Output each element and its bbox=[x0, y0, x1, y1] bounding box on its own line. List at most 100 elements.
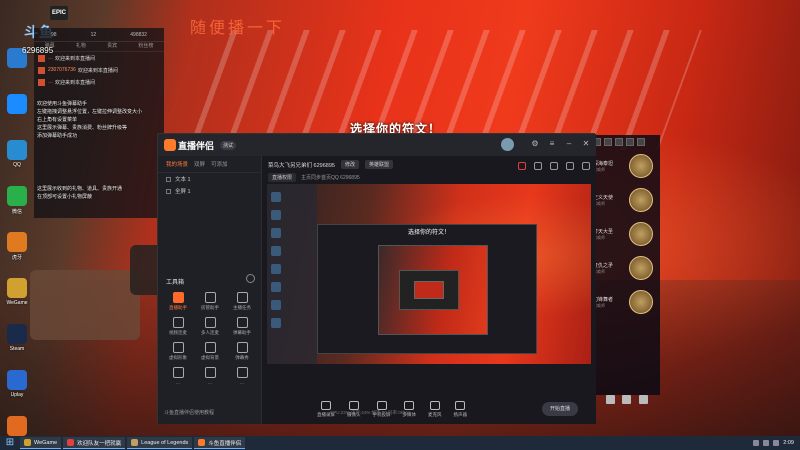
mic-icon[interactable] bbox=[639, 394, 649, 404]
windows-start-icon[interactable]: ⊞ bbox=[4, 437, 16, 449]
user-avatar[interactable] bbox=[501, 138, 514, 151]
settings-icon[interactable] bbox=[622, 394, 632, 404]
desktop-shortcut[interactable]: Uplay bbox=[2, 370, 32, 412]
desktop-shortcut[interactable]: 虎牙 bbox=[2, 232, 32, 274]
hero-thumb[interactable] bbox=[637, 138, 645, 146]
source-icon bbox=[455, 400, 466, 410]
stream-preview[interactable]: 选择你的符文！ bbox=[267, 184, 591, 364]
background-bed bbox=[30, 270, 140, 340]
toolbox-item[interactable]: … bbox=[194, 367, 226, 385]
tool-label: … bbox=[239, 380, 245, 385]
tool-icon[interactable] bbox=[271, 228, 281, 238]
source-button[interactable]: 麦克风 bbox=[428, 400, 442, 418]
tutorial-link[interactable]: 斗鱼直播伴侣使用教程 bbox=[164, 409, 214, 416]
hero-thumb[interactable] bbox=[604, 138, 612, 146]
tool-icon[interactable] bbox=[271, 246, 281, 256]
settings-icon[interactable]: ⚙ bbox=[529, 138, 541, 150]
hero-thumb[interactable] bbox=[615, 138, 623, 146]
hero-name: 正义天使 bbox=[593, 194, 614, 201]
scene-toggle-icon[interactable] bbox=[166, 176, 171, 182]
tool-icon[interactable] bbox=[271, 192, 281, 202]
source-button[interactable]: 扬声器 bbox=[454, 400, 467, 418]
toolbox-item[interactable]: 直播助手 bbox=[162, 292, 194, 311]
hero-row[interactable]: 深海泰坦 召唤师 bbox=[590, 149, 660, 183]
tool-label: … bbox=[207, 380, 213, 385]
chat-tabs: 弹幕 礼物 贵宾 粉丝榜 bbox=[34, 42, 164, 52]
desktop-shortcut[interactable]: WeGame bbox=[2, 278, 32, 320]
scene-item[interactable]: 文本 1 bbox=[158, 173, 261, 185]
gift-icon[interactable] bbox=[550, 162, 558, 170]
scene-item[interactable]: 全屏 1 bbox=[158, 185, 261, 197]
tool-icon[interactable] bbox=[271, 282, 281, 292]
toolbox-item[interactable]: 弹幕助手 bbox=[226, 317, 258, 336]
share-icon[interactable] bbox=[582, 162, 590, 170]
tool-icon[interactable] bbox=[271, 264, 281, 274]
hero-portrait bbox=[629, 154, 653, 178]
hero-thumb[interactable] bbox=[626, 138, 634, 146]
desktop-shortcut[interactable]: Steam bbox=[2, 324, 32, 366]
tool-label: 弹幕助手 bbox=[233, 330, 251, 335]
tab-my-scenes[interactable]: 我的场景 bbox=[166, 160, 188, 168]
permission-label[interactable]: 直播权限 bbox=[268, 173, 297, 182]
tab-addable[interactable]: 可添加 bbox=[211, 160, 228, 168]
minimize-icon[interactable]: – bbox=[563, 138, 575, 150]
chat-icon[interactable] bbox=[605, 394, 615, 404]
input-method-icon[interactable] bbox=[773, 440, 780, 446]
desktop-shortcut[interactable] bbox=[2, 94, 32, 136]
room-id: 6296895 bbox=[22, 46, 54, 55]
close-icon[interactable]: ✕ bbox=[580, 138, 592, 150]
nested-preview-title: 选择你的符文！ bbox=[408, 230, 451, 236]
toolbox-item[interactable]: … bbox=[162, 367, 194, 385]
preview-left-toolbar bbox=[267, 184, 317, 364]
taskbar-app[interactable]: 斗鱼直播伴侣 bbox=[194, 437, 246, 449]
toolbox-item[interactable]: 主播任务 bbox=[226, 292, 258, 311]
start-stream-button[interactable]: 开始直播 bbox=[542, 402, 578, 416]
taskbar-app[interactable]: League of Legends bbox=[127, 437, 193, 449]
bell-icon[interactable] bbox=[566, 162, 574, 170]
tool-icon[interactable] bbox=[271, 210, 281, 220]
tool-label: 虚拟背景 bbox=[201, 355, 219, 360]
nested-preview-window bbox=[414, 281, 444, 299]
scene-toggle-icon[interactable] bbox=[166, 188, 171, 194]
desktop-shortcut-label: 虎牙 bbox=[11, 255, 22, 261]
desktop-shortcut[interactable]: QQ bbox=[2, 140, 32, 182]
toolbox-item[interactable]: … bbox=[226, 367, 258, 385]
taskbar-app[interactable]: WeGame bbox=[20, 437, 62, 449]
tool-icon bbox=[204, 317, 216, 328]
menu-icon[interactable]: ≡ bbox=[546, 138, 558, 150]
taskbar-app-label: League of Legends bbox=[141, 439, 189, 446]
epic-logo: EPIC bbox=[50, 6, 68, 20]
volume-icon[interactable] bbox=[763, 440, 770, 446]
tab-vip[interactable]: 贵宾 bbox=[107, 42, 117, 51]
app-icon bbox=[7, 94, 27, 114]
hero-row[interactable]: 刀锋舞者 召唤师 bbox=[590, 285, 660, 319]
taskbar-app[interactable]: 欢迎队友一把就赢 bbox=[63, 437, 126, 449]
toolbox-item[interactable]: 弹幕秀 bbox=[226, 342, 258, 361]
edit-button[interactable]: 修改 bbox=[340, 160, 359, 169]
tab-fans[interactable]: 粉丝榜 bbox=[138, 42, 153, 51]
lock-icon[interactable] bbox=[534, 162, 542, 170]
network-icon[interactable] bbox=[753, 440, 760, 446]
clock[interactable]: 2:09 bbox=[783, 440, 794, 446]
record-icon[interactable] bbox=[518, 162, 526, 170]
toolbox-settings-icon[interactable] bbox=[246, 274, 255, 283]
toolbox-item[interactable]: 视频连麦 bbox=[162, 317, 194, 336]
status-line: CPU:23% 内存:44% 帧率:30 码率:0kbps bbox=[330, 410, 411, 415]
hero-portrait bbox=[629, 222, 653, 246]
toolbox-item[interactable]: 房管助手 bbox=[194, 292, 226, 311]
app-icon bbox=[7, 186, 27, 206]
tab-gift[interactable]: 礼物 bbox=[76, 42, 86, 51]
hero-name: 刀锋舞者 bbox=[593, 296, 614, 303]
hero-row[interactable]: 齐天大圣 召唤师 bbox=[590, 217, 660, 251]
tool-icon[interactable] bbox=[271, 318, 281, 328]
tab-dual-screen[interactable]: 双屏 bbox=[194, 160, 205, 168]
hero-portrait bbox=[629, 188, 653, 212]
toolbox-item[interactable]: 虚拟背景 bbox=[194, 342, 226, 361]
toolbox-item[interactable]: 多人连麦 bbox=[194, 317, 226, 336]
toolbox-item[interactable]: 虚拟形象 bbox=[162, 342, 194, 361]
desktop-shortcut[interactable]: 微信 bbox=[2, 186, 32, 228]
hero-row[interactable]: 正义天使 召唤师 bbox=[590, 183, 660, 217]
hero-row[interactable]: 复仇之矛 召唤师 bbox=[590, 251, 660, 285]
tool-icon[interactable] bbox=[271, 300, 281, 310]
category-select[interactable]: 英雄联盟 bbox=[364, 160, 393, 169]
